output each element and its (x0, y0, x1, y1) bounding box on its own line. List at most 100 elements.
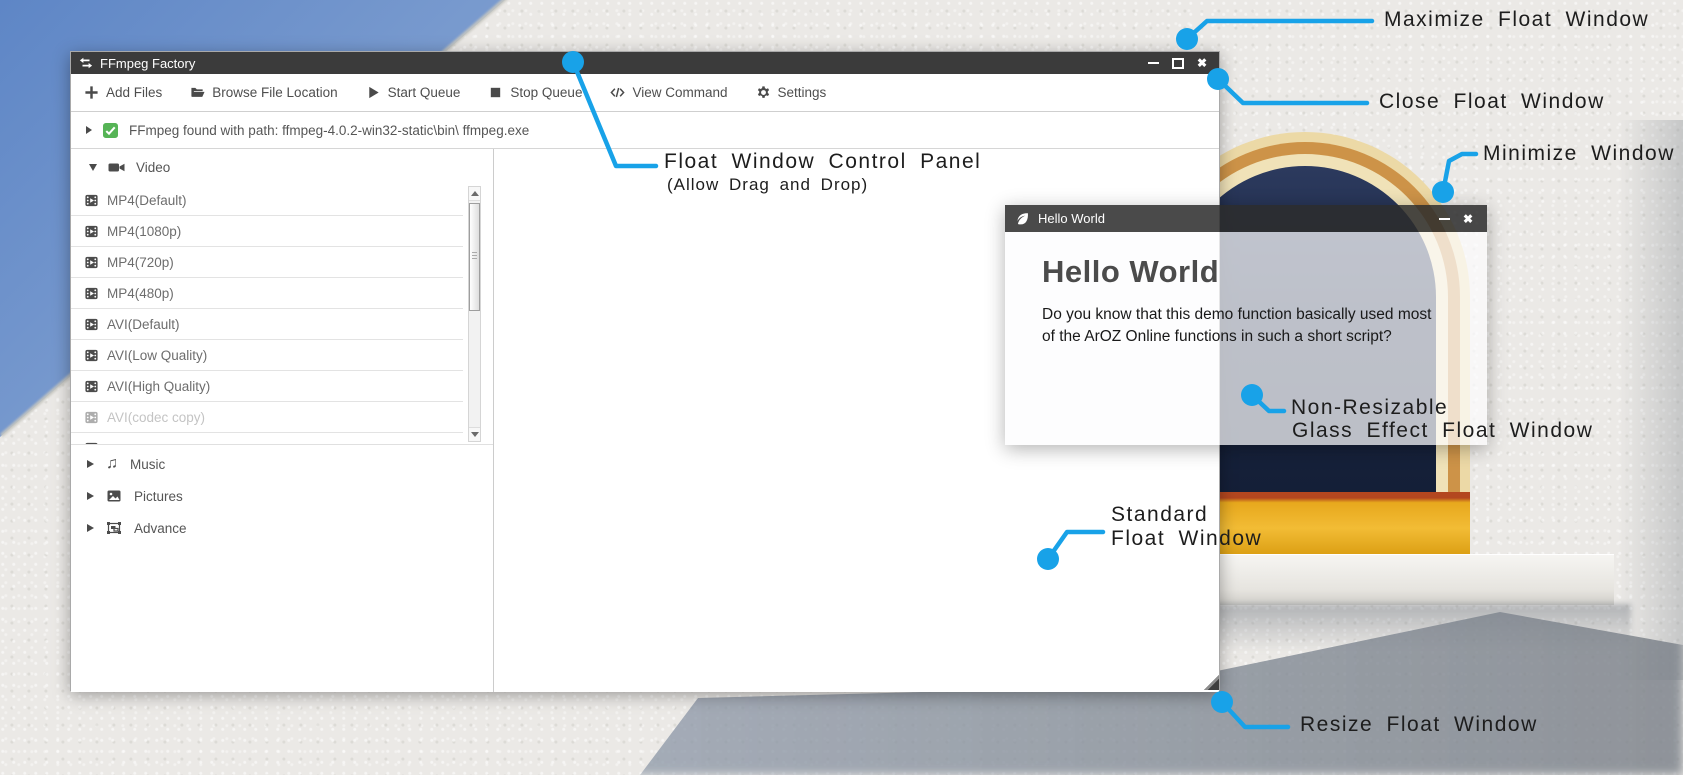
format-list-item[interactable]: AVI(Default) (71, 309, 463, 340)
hello-world-window: Hello World ✖ Hello World Do you know th… (1005, 205, 1487, 445)
scroll-down-button[interactable] (469, 427, 480, 441)
maximize-button[interactable] (1172, 56, 1184, 70)
hello-window-body: Hello World Do you know that this demo f… (1005, 232, 1487, 445)
video-format-rows: MP4(Default) MP4(1080p) (71, 185, 493, 445)
file-video-icon (84, 193, 99, 208)
file-video-icon (84, 348, 99, 363)
toolbar-label: Settings (778, 85, 827, 100)
file-video-icon (84, 410, 99, 425)
exchange-arrows-icon (79, 56, 93, 70)
arrow-up-icon (471, 191, 479, 196)
list-scrollbar[interactable] (468, 186, 481, 442)
file-video-icon (84, 224, 99, 239)
close-button[interactable]: ✖ (1463, 212, 1473, 226)
format-list-item[interactable]: MP4(480p) (71, 278, 463, 309)
minimize-button[interactable] (1439, 212, 1450, 226)
hello-window-title: Hello World (1038, 211, 1105, 226)
format-list-item[interactable]: AVI(codec copy) (71, 402, 463, 433)
video-format-list: MP4(Default) MP4(1080p) (71, 185, 493, 445)
format-label: AVI(Low Quality) (107, 348, 207, 363)
toolbar-label: Add Files (106, 85, 162, 100)
file-video-icon (84, 317, 99, 332)
toolbar-label: Start Queue (388, 85, 461, 100)
scrollbar-grip-icon (472, 252, 477, 260)
hello-paragraph-line2: of the ArOZ Online functions in such a s… (1042, 326, 1459, 348)
scroll-up-button[interactable] (469, 187, 480, 201)
arrow-down-icon (471, 432, 479, 437)
format-sidebar: Video MP4(Default) (71, 149, 494, 692)
format-list-item[interactable]: AVI(High Quality) (71, 371, 463, 402)
sidebar-section-video[interactable]: Video (71, 149, 493, 185)
code-icon (610, 85, 625, 100)
format-list-item[interactable]: MP4(Default) (71, 185, 463, 216)
format-list-item[interactable]: MP4(720p) (71, 247, 463, 278)
ffmpeg-toolbar: Add Files Browse File Location Start Que… (71, 74, 1219, 112)
format-list-item[interactable] (71, 433, 463, 445)
play-icon (366, 85, 381, 100)
browse-file-location-button[interactable]: Browse File Location (190, 85, 337, 100)
caret-right-icon (87, 492, 94, 500)
video-camera-icon (108, 160, 125, 175)
format-label: MP4(1080p) (107, 224, 181, 239)
format-label: MP4(720p) (107, 255, 174, 270)
sidebar-section-music[interactable]: ♫ Music (71, 448, 493, 480)
file-video-icon (84, 255, 99, 270)
sidebar-section-label: Video (136, 160, 170, 175)
file-video-icon (84, 286, 99, 301)
hello-titlebar[interactable]: Hello World ✖ (1005, 205, 1487, 232)
stop-queue-button[interactable]: Stop Queue (488, 85, 582, 100)
ffmpeg-status-row[interactable]: FFmpeg found with path: ffmpeg-4.0.2-win… (71, 112, 1219, 149)
file-video-icon (84, 441, 99, 446)
format-list-item[interactable]: MP4(1080p) (71, 216, 463, 247)
toolbar-label: View Command (632, 85, 727, 100)
plus-icon (84, 85, 99, 100)
desktop: { "accent_color": "#18a2e8", "annotation… (0, 0, 1683, 775)
format-list-item[interactable]: AVI(Low Quality) (71, 340, 463, 371)
sidebar-section-advance[interactable]: Advance (71, 512, 493, 544)
ffmpeg-status-message: FFmpeg found with path: ffmpeg-4.0.2-win… (129, 123, 529, 138)
wall-corner-shading (1618, 120, 1683, 680)
caret-down-icon (89, 164, 97, 171)
green-check-icon (103, 123, 118, 138)
sidebar-section-label: Pictures (134, 489, 183, 504)
hello-heading: Hello World (1042, 254, 1459, 290)
close-icon: ✖ (1197, 56, 1207, 70)
view-command-button[interactable]: View Command (610, 85, 727, 100)
music-note-icon: ♫ (106, 456, 118, 472)
expander-caret-icon[interactable] (86, 126, 92, 134)
gear-icon (756, 85, 771, 100)
minimize-button[interactable] (1148, 56, 1159, 70)
minimize-icon (1439, 218, 1450, 220)
stop-icon (488, 85, 503, 100)
format-label: MP4(480p) (107, 286, 174, 301)
format-label: AVI(Default) (107, 317, 180, 332)
hello-paragraph: Do you know that this demo function basi… (1042, 304, 1459, 348)
picture-icon (106, 488, 122, 504)
advance-icon (106, 520, 122, 536)
close-button[interactable]: ✖ (1197, 56, 1207, 70)
start-queue-button[interactable]: Start Queue (366, 85, 461, 100)
format-label: AVI(codec copy) (107, 410, 205, 425)
sidebar-section-label: Advance (134, 521, 187, 536)
hello-paragraph-line1: Do you know that this demo function basi… (1042, 304, 1459, 326)
sidebar-sections: ♫ Music Pictures (71, 445, 493, 544)
hello-window-controls: ✖ (1439, 212, 1477, 226)
ffmpeg-titlebar[interactable]: FFmpeg Factory ✖ (71, 52, 1219, 74)
format-label: MP4(Default) (107, 193, 187, 208)
settings-button[interactable]: Settings (756, 85, 827, 100)
caret-right-icon (87, 524, 94, 532)
sidebar-section-pictures[interactable]: Pictures (71, 480, 493, 512)
scrollbar-thumb[interactable] (469, 203, 480, 311)
toolbar-label: Stop Queue (510, 85, 582, 100)
caret-right-icon (87, 460, 94, 468)
aroz-leaf-icon (1015, 211, 1030, 226)
file-video-icon (84, 379, 99, 394)
close-icon: ✖ (1463, 212, 1473, 226)
minimize-icon (1148, 62, 1159, 64)
ffmpeg-window-controls: ✖ (1148, 56, 1211, 70)
ffmpeg-window-title: FFmpeg Factory (100, 56, 195, 71)
toolbar-label: Browse File Location (212, 85, 337, 100)
add-files-button[interactable]: Add Files (84, 85, 162, 100)
resize-grip-icon[interactable] (1204, 675, 1219, 690)
maximize-icon (1172, 58, 1184, 69)
